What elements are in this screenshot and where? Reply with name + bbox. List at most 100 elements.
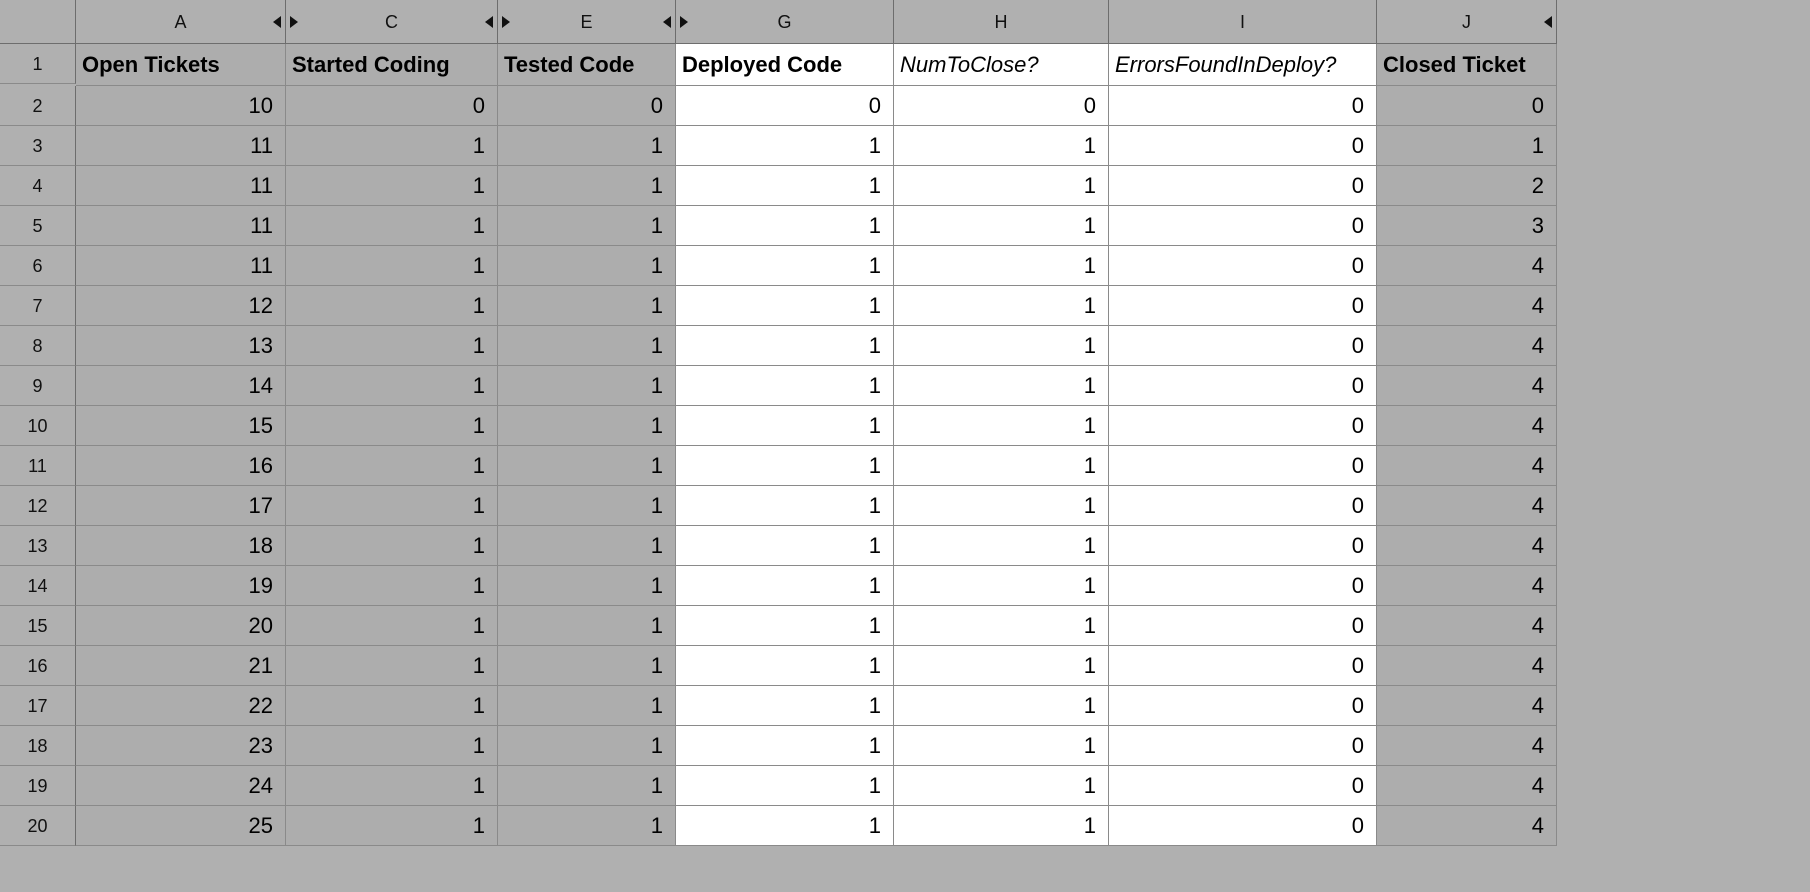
cell-H16[interactable]: 1 [894,646,1109,686]
cell-A4[interactable]: 11 [76,166,286,206]
cell-J8[interactable]: 4 [1377,326,1557,366]
cell-G2[interactable]: 0 [676,86,894,126]
expand-left-icon[interactable] [1544,16,1552,28]
cell-A20[interactable]: 25 [76,806,286,846]
cell-I3[interactable]: 0 [1109,126,1377,166]
cell-E8[interactable]: 1 [498,326,676,366]
column-header-A[interactable]: A [76,0,286,44]
row-header-1[interactable]: 1 [0,44,76,84]
cell-A10[interactable]: 15 [76,406,286,446]
cell-A11[interactable]: 16 [76,446,286,486]
column-header-H[interactable]: H [894,0,1109,44]
row-header-20[interactable]: 20 [0,806,76,846]
cell-C6[interactable]: 1 [286,246,498,286]
cell-C10[interactable]: 1 [286,406,498,446]
cell-C9[interactable]: 1 [286,366,498,406]
cell-J20[interactable]: 4 [1377,806,1557,846]
cell-J7[interactable]: 4 [1377,286,1557,326]
cell-I14[interactable]: 0 [1109,566,1377,606]
row-header-3[interactable]: 3 [0,126,76,166]
cell-A3[interactable]: 11 [76,126,286,166]
cell-C4[interactable]: 1 [286,166,498,206]
cell-I16[interactable]: 0 [1109,646,1377,686]
cell-I8[interactable]: 0 [1109,326,1377,366]
cell-I5[interactable]: 0 [1109,206,1377,246]
expand-right-icon[interactable] [290,16,298,28]
cell-C20[interactable]: 1 [286,806,498,846]
cell-A12[interactable]: 17 [76,486,286,526]
row-header-14[interactable]: 14 [0,566,76,606]
cell-I12[interactable]: 0 [1109,486,1377,526]
cell-E15[interactable]: 1 [498,606,676,646]
cell-E17[interactable]: 1 [498,686,676,726]
header-cell-C[interactable]: Started Coding [286,44,498,86]
cell-H18[interactable]: 1 [894,726,1109,766]
cell-G3[interactable]: 1 [676,126,894,166]
row-header-9[interactable]: 9 [0,366,76,406]
header-cell-G[interactable]: Deployed Code [676,44,894,86]
cell-G6[interactable]: 1 [676,246,894,286]
cell-G7[interactable]: 1 [676,286,894,326]
header-cell-I[interactable]: ErrorsFoundInDeploy? [1109,44,1377,86]
cell-I17[interactable]: 0 [1109,686,1377,726]
cell-I7[interactable]: 0 [1109,286,1377,326]
cell-J16[interactable]: 4 [1377,646,1557,686]
cell-C19[interactable]: 1 [286,766,498,806]
cell-E5[interactable]: 1 [498,206,676,246]
cell-A8[interactable]: 13 [76,326,286,366]
row-header-16[interactable]: 16 [0,646,76,686]
cell-E14[interactable]: 1 [498,566,676,606]
column-header-E[interactable]: E [498,0,676,44]
cell-J3[interactable]: 1 [1377,126,1557,166]
cell-H2[interactable]: 0 [894,86,1109,126]
row-header-17[interactable]: 17 [0,686,76,726]
cell-E19[interactable]: 1 [498,766,676,806]
cell-H11[interactable]: 1 [894,446,1109,486]
cell-J12[interactable]: 4 [1377,486,1557,526]
cell-H8[interactable]: 1 [894,326,1109,366]
cell-J10[interactable]: 4 [1377,406,1557,446]
cell-E12[interactable]: 1 [498,486,676,526]
cell-I6[interactable]: 0 [1109,246,1377,286]
row-header-11[interactable]: 11 [0,446,76,486]
cell-C12[interactable]: 1 [286,486,498,526]
header-cell-A[interactable]: Open Tickets [76,44,286,86]
cell-C15[interactable]: 1 [286,606,498,646]
cell-C3[interactable]: 1 [286,126,498,166]
cell-G16[interactable]: 1 [676,646,894,686]
column-header-J[interactable]: J [1377,0,1557,44]
column-header-C[interactable]: C [286,0,498,44]
cell-J5[interactable]: 3 [1377,206,1557,246]
cell-E3[interactable]: 1 [498,126,676,166]
row-header-8[interactable]: 8 [0,326,76,366]
expand-left-icon[interactable] [663,16,671,28]
cell-E7[interactable]: 1 [498,286,676,326]
row-header-10[interactable]: 10 [0,406,76,446]
cell-J6[interactable]: 4 [1377,246,1557,286]
cell-E16[interactable]: 1 [498,646,676,686]
cell-C13[interactable]: 1 [286,526,498,566]
expand-left-icon[interactable] [273,16,281,28]
cell-C2[interactable]: 0 [286,86,498,126]
expand-right-icon[interactable] [502,16,510,28]
cell-H15[interactable]: 1 [894,606,1109,646]
cell-E2[interactable]: 0 [498,86,676,126]
cell-A5[interactable]: 11 [76,206,286,246]
row-header-15[interactable]: 15 [0,606,76,646]
cell-G11[interactable]: 1 [676,446,894,486]
cell-E10[interactable]: 1 [498,406,676,446]
cell-I2[interactable]: 0 [1109,86,1377,126]
cell-A13[interactable]: 18 [76,526,286,566]
cell-A2[interactable]: 10 [76,86,286,126]
row-header-19[interactable]: 19 [0,766,76,806]
cell-G19[interactable]: 1 [676,766,894,806]
cell-G14[interactable]: 1 [676,566,894,606]
cell-H20[interactable]: 1 [894,806,1109,846]
cell-A16[interactable]: 21 [76,646,286,686]
cell-J13[interactable]: 4 [1377,526,1557,566]
cell-G10[interactable]: 1 [676,406,894,446]
row-header-7[interactable]: 7 [0,286,76,326]
cell-C16[interactable]: 1 [286,646,498,686]
header-cell-H[interactable]: NumToClose? [894,44,1109,86]
row-header-12[interactable]: 12 [0,486,76,526]
